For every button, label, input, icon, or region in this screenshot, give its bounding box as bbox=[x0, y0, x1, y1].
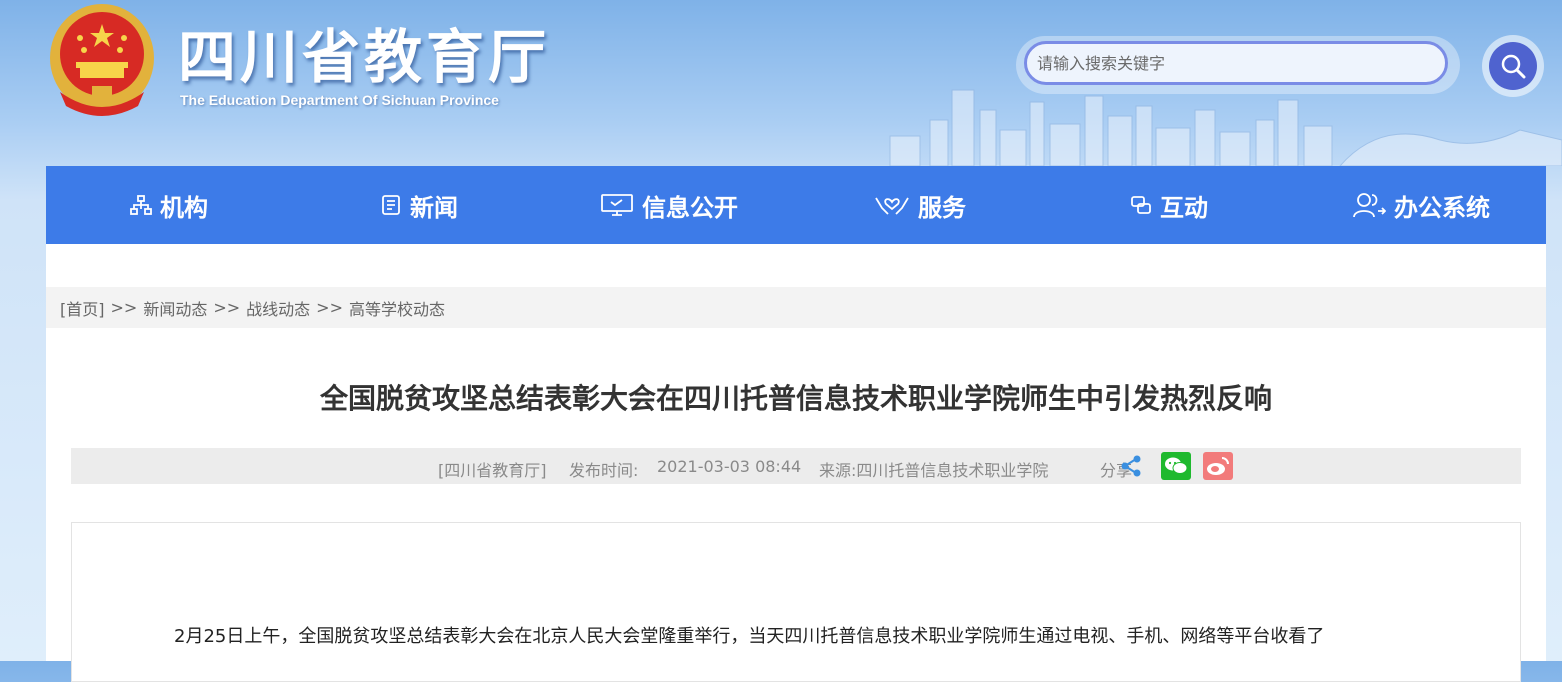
meta-publish-time: 2021-03-03 08:44 bbox=[657, 457, 802, 476]
nav-label: 互动 bbox=[1160, 193, 1208, 222]
chat-icon bbox=[1131, 196, 1151, 214]
share-icon[interactable] bbox=[1119, 452, 1143, 480]
breadcrumb: [首页] >> 新闻动态 >> 战线动态 >> 高等学校动态 bbox=[46, 287, 1546, 328]
site-title: 四川省教育厅 bbox=[178, 23, 551, 91]
nav-item-interaction[interactable]: 互动 bbox=[1130, 166, 1208, 244]
monitor-icon bbox=[601, 194, 633, 216]
nav-item-info-public[interactable]: 信息公开 bbox=[600, 166, 738, 244]
nav-label: 办公系统 bbox=[1394, 193, 1490, 222]
breadcrumb-home[interactable]: [首页] bbox=[60, 296, 105, 320]
breadcrumb-news[interactable]: 新闻动态 bbox=[143, 296, 207, 320]
nav-item-service[interactable]: 服务 bbox=[874, 166, 966, 244]
article-paragraph: 2月25日上午，全国脱贫攻坚总结表彰大会在北京人民大会堂隆重举行，当天四川托普信… bbox=[174, 626, 1325, 647]
article-meta-bar: [四川省教育厅] 发布时间: 2021-03-03 08:44 来源:四川托普信… bbox=[71, 448, 1521, 484]
search-input[interactable] bbox=[1024, 41, 1448, 85]
wechat-share-icon[interactable] bbox=[1161, 452, 1191, 480]
hands-heart-icon bbox=[875, 197, 909, 215]
nav-item-office-system[interactable]: 办公系统 bbox=[1352, 166, 1490, 244]
nav-label: 信息公开 bbox=[642, 193, 738, 222]
meta-source: 来源:四川托普信息技术职业学院 bbox=[819, 461, 1049, 480]
search-button[interactable] bbox=[1489, 42, 1537, 90]
breadcrumb-separator: >> bbox=[213, 298, 241, 317]
breadcrumb-separator: >> bbox=[316, 298, 343, 317]
breadcrumb-universities[interactable]: 高等学校动态 bbox=[349, 296, 445, 320]
article-body bbox=[71, 522, 1521, 682]
article-title: 全国脱贫攻坚总结表彰大会在四川托普信息技术职业学院师生中引发热烈反响 bbox=[319, 382, 1272, 415]
site-header: 四川省教育厅 The Education Department Of Sichu… bbox=[0, 0, 1562, 166]
breadcrumb-separator: >> bbox=[110, 298, 138, 317]
org-chart-icon bbox=[130, 195, 152, 215]
users-icon bbox=[1353, 193, 1386, 218]
document-icon bbox=[382, 195, 400, 215]
meta-source-site: [四川省教育厅] bbox=[438, 461, 547, 480]
national-emblem-logo[interactable] bbox=[46, 2, 158, 118]
breadcrumb-frontline[interactable]: 战线动态 bbox=[246, 296, 310, 320]
weibo-share-icon[interactable] bbox=[1203, 452, 1233, 480]
main-nav: 机构 新闻 信息公开 服务 互动 办公系统 bbox=[46, 166, 1546, 244]
nav-label: 新闻 bbox=[410, 193, 458, 222]
search-icon bbox=[1501, 54, 1526, 79]
nav-label: 服务 bbox=[918, 193, 966, 222]
nav-item-news[interactable]: 新闻 bbox=[380, 166, 458, 244]
nav-item-org[interactable]: 机构 bbox=[130, 166, 208, 244]
nav-label: 机构 bbox=[160, 193, 208, 222]
site-subtitle: The Education Department Of Sichuan Prov… bbox=[180, 92, 499, 108]
meta-publish-label: 发布时间: bbox=[569, 461, 639, 480]
